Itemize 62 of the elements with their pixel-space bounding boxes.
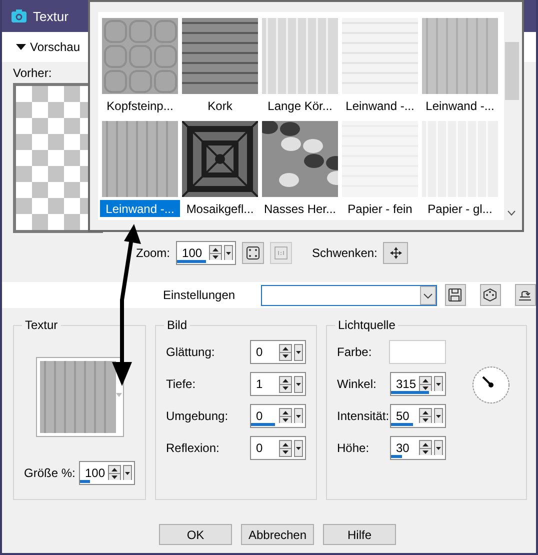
spin-arrows-icon[interactable] bbox=[419, 440, 432, 456]
field-label: Umgebung: bbox=[166, 409, 228, 423]
field-label: Größe %: bbox=[24, 466, 76, 480]
group-title: Textur bbox=[22, 318, 61, 332]
number-spinner[interactable]: 100 bbox=[79, 461, 135, 485]
reset-icon[interactable] bbox=[514, 284, 536, 306]
texture-item[interactable]: Kopfsteinp... bbox=[100, 16, 180, 114]
field-label: Reflexion: bbox=[166, 441, 220, 455]
dice-icon[interactable] bbox=[480, 284, 501, 306]
number-spinner[interactable]: 1 bbox=[250, 372, 306, 396]
texture-item[interactable]: Lange Kör... bbox=[260, 16, 340, 114]
spin-arrows-icon[interactable] bbox=[419, 376, 432, 392]
texture-item[interactable]: Mosaikgefl... bbox=[180, 119, 260, 217]
group-title: Bild bbox=[164, 318, 190, 332]
number-spinner[interactable]: 0 bbox=[250, 436, 306, 460]
dialog-button[interactable]: OK bbox=[159, 524, 232, 545]
move-icon[interactable] bbox=[383, 242, 408, 264]
texture-swatch[interactable] bbox=[36, 357, 124, 437]
section-toggle[interactable]: Vorschau bbox=[30, 40, 80, 54]
spin-arrows-icon[interactable] bbox=[108, 464, 121, 482]
spin-arrows-icon[interactable] bbox=[279, 440, 292, 456]
scrollbar-thumb[interactable] bbox=[505, 42, 519, 100]
chevron-down-icon[interactable] bbox=[507, 210, 516, 216]
field-label: Winkel: bbox=[337, 377, 376, 391]
number-spinner[interactable]: 0 bbox=[250, 404, 306, 428]
texture-item[interactable]: Papier - gl... bbox=[420, 119, 500, 217]
group-title: Lichtquelle bbox=[335, 318, 398, 332]
caret-icon[interactable] bbox=[16, 44, 26, 50]
number-spinner[interactable]: 315 bbox=[390, 372, 446, 396]
angle-dial[interactable] bbox=[472, 366, 510, 404]
presets-dropdown[interactable] bbox=[261, 284, 436, 306]
texture-item[interactable]: Leinwand -... bbox=[340, 16, 420, 114]
spin-arrows-icon[interactable] bbox=[279, 344, 292, 360]
spin-arrows-icon[interactable] bbox=[419, 408, 432, 424]
number-spinner[interactable]: 30 bbox=[390, 436, 446, 460]
dialog-button[interactable]: Abbrechen bbox=[241, 524, 314, 545]
pan-label: Schwenken: bbox=[312, 246, 378, 260]
save-icon[interactable] bbox=[444, 284, 466, 306]
dialog-button[interactable]: Hilfe bbox=[323, 524, 396, 545]
texture-item[interactable]: Leinwand -... bbox=[420, 16, 500, 114]
texture-item[interactable]: Kork bbox=[180, 16, 260, 114]
texture-item[interactable]: Nasses Her... bbox=[260, 119, 340, 217]
zoom-label: Zoom: bbox=[136, 246, 170, 260]
texture-item[interactable]: Papier - fein bbox=[340, 119, 420, 217]
field-label: Höhe: bbox=[337, 441, 370, 455]
camera-icon bbox=[11, 9, 27, 23]
color-swatch[interactable] bbox=[389, 340, 446, 364]
presets-label: Einstellungen bbox=[163, 288, 236, 302]
spin-arrows-icon[interactable] bbox=[279, 376, 292, 392]
window-title: Textur bbox=[33, 8, 68, 24]
field-label: Tiefe: bbox=[166, 377, 196, 391]
spin-arrows-icon[interactable] bbox=[209, 244, 222, 262]
number-spinner[interactable]: 100 bbox=[176, 241, 236, 265]
field-label: Glättung: bbox=[166, 345, 215, 359]
field-label: Farbe: bbox=[337, 345, 372, 359]
field-label: Intensität: bbox=[337, 409, 390, 423]
fit-icon[interactable] bbox=[242, 242, 264, 264]
texture-item[interactable]: Leinwand -... bbox=[100, 119, 180, 217]
number-spinner[interactable]: 50 bbox=[390, 404, 446, 428]
preview-label: Vorher: bbox=[12, 65, 53, 80]
spin-arrows-icon[interactable] bbox=[279, 408, 292, 424]
number-spinner[interactable]: 0 bbox=[250, 340, 306, 364]
